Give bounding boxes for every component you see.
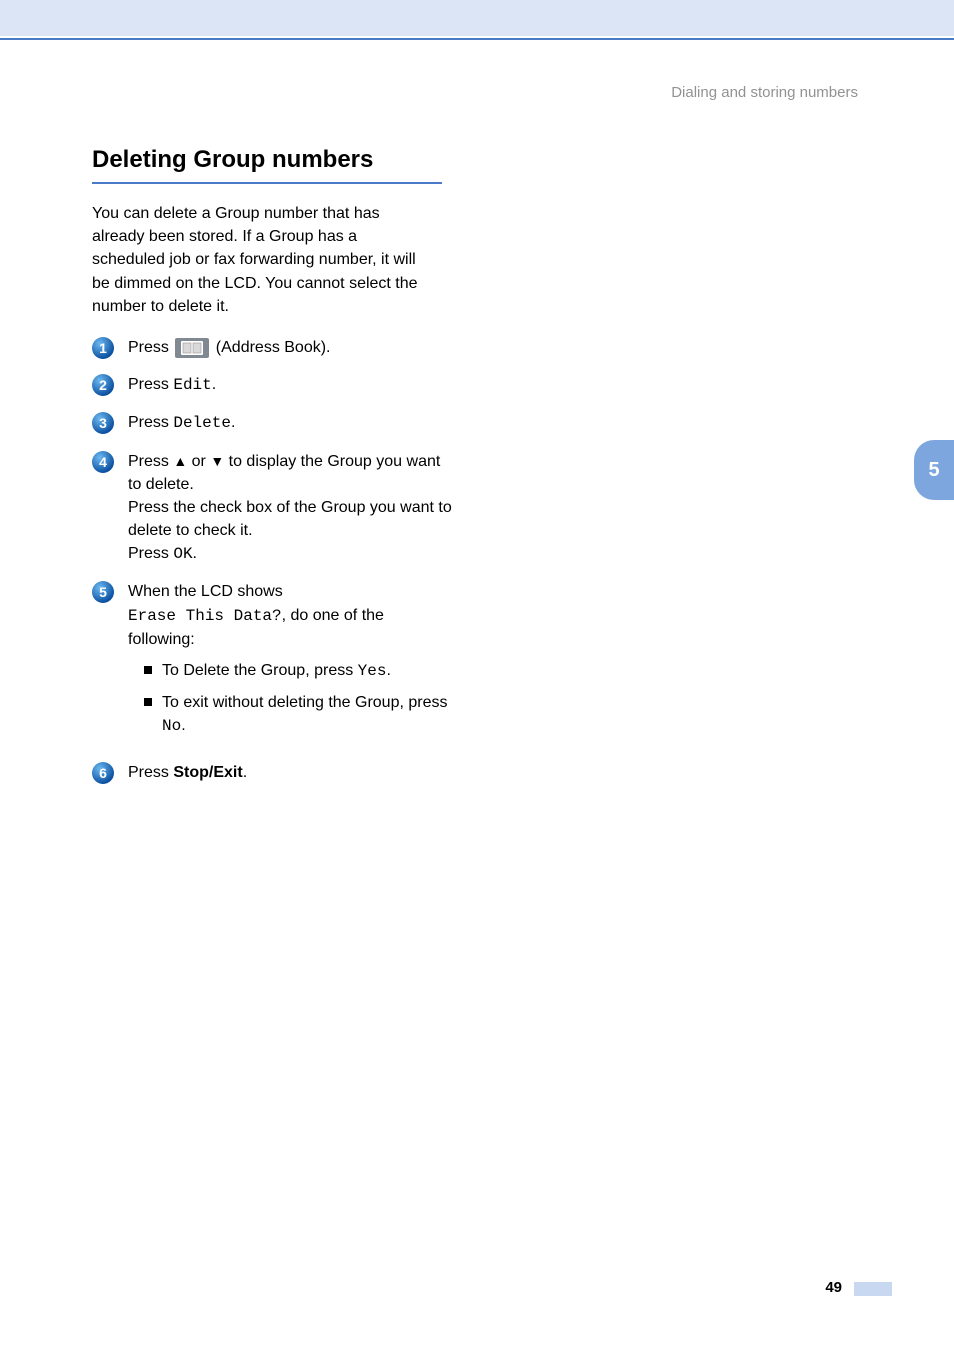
step-1-body: Press (Address Book).	[128, 336, 452, 359]
step-2-body: Press Edit.	[128, 373, 452, 397]
step-5-l1: When the LCD shows	[128, 583, 283, 600]
step-5: 5 When the LCD shows Erase This Data?, d…	[92, 580, 452, 746]
step-4-body: Press ▲ or ▼ to display the Group you wa…	[128, 450, 452, 567]
step-2: 2 Press Edit.	[92, 373, 452, 397]
up-arrow-icon: ▲	[173, 453, 187, 469]
chapter-tab: 5	[914, 440, 954, 500]
step-4-l3a: Press	[128, 545, 173, 562]
step-3-post: .	[231, 414, 235, 431]
step-2-pre: Press	[128, 376, 173, 393]
square-bullet-icon	[144, 666, 152, 674]
step-6-pre: Press	[128, 764, 173, 781]
intro-paragraph: You can delete a Group number that has a…	[92, 202, 432, 318]
top-rule	[0, 38, 954, 40]
step-5-b2a: To exit without deleting the Group, pres…	[162, 694, 448, 711]
step-4: 4 Press ▲ or ▼ to display the Group you …	[92, 450, 452, 567]
step-6-bold: Stop/Exit	[173, 764, 242, 781]
step-6-post: .	[243, 764, 247, 781]
step-3-body: Press Delete.	[128, 411, 452, 435]
step-1: 1 Press (Address Book).	[92, 336, 452, 359]
step-6-body: Press Stop/Exit.	[128, 761, 452, 784]
svg-text:4: 4	[99, 454, 107, 470]
breadcrumb: Dialing and storing numbers	[671, 84, 858, 101]
step-5-bullet-1: To Delete the Group, press Yes.	[144, 659, 452, 683]
step-number-3-icon: 3	[92, 412, 114, 434]
step-5-b2code: No	[162, 717, 181, 735]
step-5-b2b: .	[181, 717, 185, 734]
step-1-pre: Press	[128, 339, 173, 356]
step-number-6-icon: 6	[92, 762, 114, 784]
page-number: 49	[825, 1279, 842, 1296]
footer-bar-icon	[854, 1282, 892, 1296]
page-title: Deleting Group numbers	[92, 146, 452, 180]
step-4-l3code: OK	[173, 545, 192, 563]
step-6: 6 Press Stop/Exit.	[92, 761, 452, 784]
step-2-post: .	[212, 376, 216, 393]
step-5-body: When the LCD shows Erase This Data?, do …	[128, 580, 452, 746]
step-4-l2: Press the check box of the Group you wan…	[128, 499, 452, 539]
step-3-pre: Press	[128, 414, 173, 431]
step-5-bullets: To Delete the Group, press Yes. To exit …	[128, 659, 452, 739]
step-3-code: Delete	[173, 414, 231, 432]
address-book-icon	[175, 338, 209, 358]
step-5-bullet-2: To exit without deleting the Group, pres…	[144, 691, 452, 738]
step-4-l1a: Press	[128, 453, 173, 470]
down-arrow-icon: ▼	[210, 453, 224, 469]
step-5-b1b: .	[386, 662, 390, 679]
step-4-l1b: or	[187, 453, 210, 470]
step-3: 3 Press Delete.	[92, 411, 452, 435]
step-number-2-icon: 2	[92, 374, 114, 396]
step-number-5-icon: 5	[92, 581, 114, 603]
square-bullet-icon	[144, 698, 152, 706]
step-number-4-icon: 4	[92, 451, 114, 473]
top-band	[0, 0, 954, 36]
main-content: Deleting Group numbers You can delete a …	[92, 146, 452, 798]
svg-text:6: 6	[99, 765, 107, 781]
step-4-l3b: .	[193, 545, 197, 562]
step-1-post: (Address Book).	[211, 339, 330, 356]
step-5-code: Erase This Data?	[128, 607, 282, 625]
step-2-code: Edit	[173, 376, 211, 394]
svg-text:1: 1	[99, 340, 107, 356]
svg-text:5: 5	[99, 584, 107, 600]
step-number-1-icon: 1	[92, 337, 114, 359]
title-rule	[92, 182, 442, 184]
svg-text:3: 3	[99, 415, 107, 431]
step-5-b1code: Yes	[358, 662, 387, 680]
svg-text:2: 2	[99, 377, 107, 393]
step-5-b1a: To Delete the Group, press	[162, 662, 358, 679]
